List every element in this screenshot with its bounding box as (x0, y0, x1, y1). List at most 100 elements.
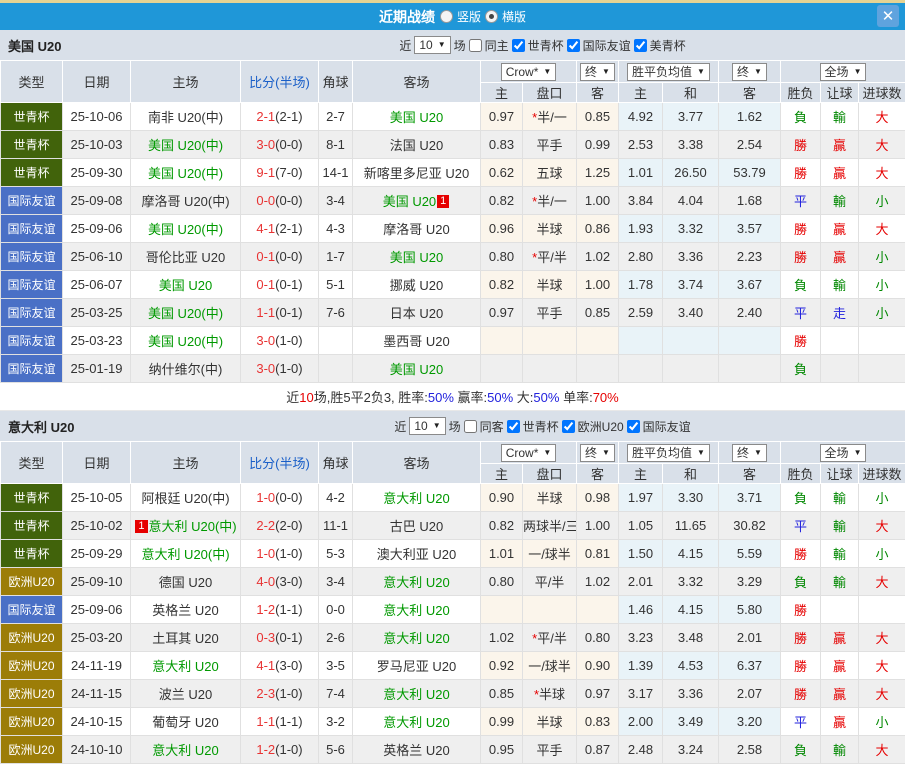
cell-goals-result: 大 (859, 680, 905, 708)
period-select[interactable]: 全场▼ (820, 63, 867, 81)
comp-checkbox-concacaf[interactable] (634, 39, 647, 52)
col-header-date: 日期 (63, 442, 131, 484)
sub-header-goals: 进球数 (859, 464, 905, 484)
radio-horizontal-layout[interactable] (485, 10, 498, 23)
cell-ah-home-odds: 0.82 (481, 271, 523, 299)
odds-company-header: Crow*▼ (481, 61, 577, 83)
cell-avg-home: 1.93 (619, 215, 663, 243)
odds-company-select[interactable]: Crow*▼ (501, 444, 557, 462)
comp-checkbox-worldcup[interactable] (512, 39, 525, 52)
match-row: 世青杯25-09-30美国 U20(中)9-1(7-0)14-1新喀里多尼亚 U… (1, 159, 905, 187)
comp-checkbox-euro-u20[interactable] (562, 420, 575, 433)
cell-ah-line: 一/球半 (523, 540, 577, 568)
same-away-checkbox[interactable] (464, 420, 477, 433)
summary-segment: 70% (593, 390, 619, 405)
cell-home-team: 土耳其 U20 (131, 624, 241, 652)
cell-corners (319, 327, 353, 355)
period-value: 全场 (825, 446, 849, 460)
comp-checkbox-worldcup[interactable] (507, 420, 520, 433)
cell-corners: 3-5 (319, 652, 353, 680)
cell-home-team: 美国 U20(中) (131, 215, 241, 243)
cell-ah-away-odds: 1.00 (577, 271, 619, 299)
comp-label-worldcup[interactable]: 世青杯 (528, 37, 564, 54)
match-count-select[interactable]: 10▼ (414, 36, 450, 54)
same-home-label[interactable]: 同主 (485, 37, 509, 54)
cell-competition-type: 欧洲U20 (1, 652, 63, 680)
cell-avg-draw: 3.74 (663, 271, 719, 299)
match-count-select[interactable]: 10▼ (409, 417, 445, 435)
sub-header-result: 胜负 (781, 464, 821, 484)
cell-result: 勝 (781, 596, 821, 624)
cell-goals-result: 大 (859, 131, 905, 159)
cell-away-team: 意大利 U20 (353, 624, 481, 652)
avg-odds-select[interactable]: 胜平负均值▼ (627, 444, 710, 462)
comp-label-friendly[interactable]: 国际友谊 (643, 418, 691, 435)
cell-result: 勝 (781, 540, 821, 568)
match-row: 国际友谊25-03-25美国 U20(中)1-1(0-1)7-6日本 U200.… (1, 299, 905, 327)
cell-avg-draw: 3.30 (663, 484, 719, 512)
summary-segment: 50% (487, 390, 513, 405)
odds-time-select[interactable]: 终▼ (580, 63, 615, 81)
cell-avg-draw: 3.32 (663, 215, 719, 243)
radio-horizontal-label[interactable]: 横版 (502, 8, 526, 25)
cell-away-team: 英格兰 U20 (353, 736, 481, 764)
cell-avg-home: 2.80 (619, 243, 663, 271)
cell-corners: 7-4 (319, 680, 353, 708)
summary-segment: 近 (286, 390, 299, 405)
match-row: 国际友谊25-03-23美国 U20(中)3-0(1-0)墨西哥 U20勝 (1, 327, 905, 355)
comp-label-worldcup[interactable]: 世青杯 (523, 418, 559, 435)
cell-avg-away: 30.82 (719, 512, 781, 540)
comp-checkbox-friendly[interactable] (567, 39, 580, 52)
radio-vertical-label[interactable]: 竖版 (457, 8, 481, 25)
cell-date: 25-10-06 (63, 103, 131, 131)
cell-score: 3-0(1-0) (241, 327, 319, 355)
match-row: 世青杯25-10-03美国 U20(中)3-0(0-0)8-1法国 U200.8… (1, 131, 905, 159)
col-header-score: 比分(半场) (241, 61, 319, 103)
odds-company-select[interactable]: Crow*▼ (501, 63, 557, 81)
cell-result: 勝 (781, 680, 821, 708)
radio-vertical-layout[interactable] (440, 10, 453, 23)
cell-goals-result: 大 (859, 159, 905, 187)
cell-score: 0-0(0-0) (241, 187, 319, 215)
chevron-down-icon: ▼ (754, 65, 762, 79)
avg-time-select[interactable]: 终▼ (732, 63, 767, 81)
same-away-label[interactable]: 同客 (480, 418, 504, 435)
cell-avg-draw: 26.50 (663, 159, 719, 187)
asterisk-marker: * (532, 194, 537, 209)
cell-away-team: 意大利 U20 (353, 568, 481, 596)
cell-ah-line: *半球 (523, 680, 577, 708)
cell-home-team: 美国 U20(中) (131, 299, 241, 327)
asterisk-marker: * (532, 250, 537, 265)
cell-score: 2-1(2-1) (241, 103, 319, 131)
layout-radio-group: 竖版 横版 (440, 8, 526, 25)
comp-checkbox-friendly[interactable] (627, 420, 640, 433)
cell-ah-away-odds (577, 355, 619, 383)
same-home-checkbox[interactable] (469, 39, 482, 52)
cell-home-team: 波兰 U20 (131, 680, 241, 708)
cell-goals-result (859, 355, 905, 383)
cell-ah-line: 五球 (523, 159, 577, 187)
cell-ah-line: 平手 (523, 299, 577, 327)
comp-label-concacaf[interactable]: 美青杯 (650, 37, 686, 54)
match-row: 国际友谊25-06-07美国 U200-1(0-1)5-1挪威 U200.82半… (1, 271, 905, 299)
sub-header-handicap: 让球 (821, 464, 859, 484)
cell-date: 25-09-10 (63, 568, 131, 596)
close-icon[interactable]: ✕ (877, 5, 899, 27)
cell-home-team: 意大利 U20 (131, 652, 241, 680)
cell-ah-away-odds: 0.99 (577, 131, 619, 159)
cell-result: 勝 (781, 159, 821, 187)
avg-odds-select[interactable]: 胜平负均值▼ (627, 63, 710, 81)
match-count-value: 10 (414, 419, 427, 433)
cell-competition-type: 国际友谊 (1, 215, 63, 243)
match-row: 世青杯25-10-05阿根廷 U20(中)1-0(0-0)4-2意大利 U200… (1, 484, 905, 512)
cell-home-team: 美国 U20(中) (131, 327, 241, 355)
cell-away-team: 罗马尼亚 U20 (353, 652, 481, 680)
comp-label-euro-u20[interactable]: 欧洲U20 (578, 418, 624, 435)
avg-time-select[interactable]: 终▼ (732, 444, 767, 462)
odds-time-select[interactable]: 终▼ (580, 444, 615, 462)
comp-label-friendly[interactable]: 国际友谊 (583, 37, 631, 54)
period-select[interactable]: 全场▼ (820, 444, 867, 462)
cell-away-team: 意大利 U20 (353, 680, 481, 708)
cell-corners: 4-3 (319, 215, 353, 243)
cell-competition-type: 国际友谊 (1, 299, 63, 327)
